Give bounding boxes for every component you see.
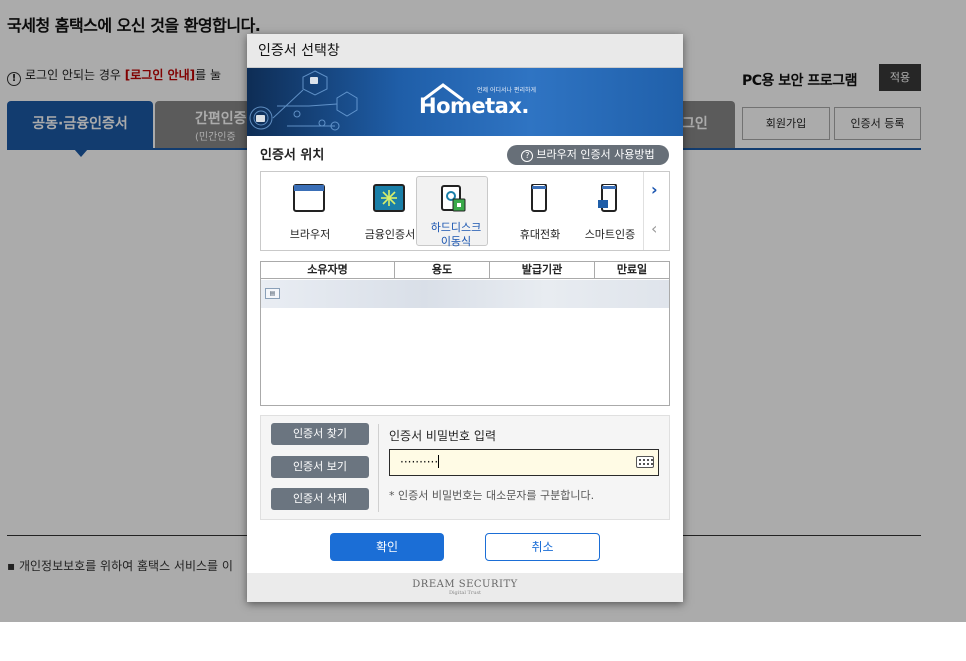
store-financial-cert[interactable]: 금융인증서 bbox=[351, 172, 421, 250]
hometax-banner: 언제 어디서나 편리하게 Hometax. bbox=[247, 68, 683, 136]
col-expiry[interactable]: 만료일 bbox=[595, 262, 669, 278]
cert-password-input[interactable]: ·········· bbox=[389, 449, 659, 476]
browser-icon bbox=[293, 184, 325, 212]
cert-store-selector: 브라우저 금융인증서 하드디스크 이동식 휴대전화 스마트인증 › ‹ bbox=[260, 171, 670, 251]
cert-table-header: 소유자명 용도 발급기관 만료일 bbox=[261, 262, 669, 279]
certificate-icon: ▤ bbox=[265, 288, 280, 299]
store-hard-disk[interactable]: 하드디스크 이동식 bbox=[416, 176, 488, 248]
panel-divider bbox=[378, 424, 379, 512]
cert-location-label: 인증서 위치 bbox=[260, 148, 325, 163]
chevron-right-icon[interactable]: › bbox=[651, 180, 658, 199]
house-roof-icon bbox=[422, 83, 464, 102]
virtual-keyboard-icon[interactable] bbox=[636, 456, 654, 468]
cancel-button[interactable]: 취소 bbox=[485, 533, 600, 561]
password-label: 인증서 비밀번호 입력 bbox=[389, 429, 496, 443]
col-owner[interactable]: 소유자명 bbox=[261, 262, 395, 278]
table-row[interactable]: ▤ bbox=[261, 280, 669, 308]
store-smart-auth[interactable]: 스마트인증 bbox=[571, 172, 641, 250]
financial-cert-icon bbox=[373, 184, 405, 212]
find-cert-button[interactable]: 인증서 찾기 bbox=[271, 423, 369, 445]
dialog-title: 인증서 선택창 bbox=[247, 34, 683, 68]
confirm-button[interactable]: 확인 bbox=[330, 533, 444, 561]
smart-auth-icon bbox=[598, 184, 617, 212]
digital-trust-tagline: Digital Trust bbox=[448, 590, 482, 596]
col-issuer[interactable]: 발급기관 bbox=[490, 262, 595, 278]
view-cert-button[interactable]: 인증서 보기 bbox=[271, 456, 369, 478]
password-panel: 인증서 찾기 인증서 보기 인증서 삭제 인증서 비밀번호 입력 ·······… bbox=[260, 415, 670, 520]
store-browser[interactable]: 브라우저 bbox=[271, 172, 341, 250]
cert-select-dialog: 인증서 선택창 언제 어디서나 편리하게 Hometax. 인증서 위치 ? 브… bbox=[247, 34, 683, 602]
col-usage[interactable]: 용도 bbox=[395, 262, 490, 278]
dialog-footer: DREAM SECURITY Digital Trust bbox=[247, 573, 683, 602]
store-mobile-phone[interactable]: 휴대전화 bbox=[501, 172, 571, 250]
hometax-logo: 언제 어디서나 편리하게 Hometax. bbox=[419, 82, 536, 118]
delete-cert-button[interactable]: 인증서 삭제 bbox=[271, 488, 369, 510]
password-case-note: * 인증서 비밀번호는 대소문자를 구분합니다. bbox=[389, 489, 595, 502]
store-scroll-arrows: › ‹ bbox=[643, 172, 669, 250]
mobile-phone-icon bbox=[531, 184, 547, 212]
chevron-left-icon[interactable]: ‹ bbox=[651, 219, 657, 238]
dream-security-logo: DREAM SECURITY bbox=[412, 579, 518, 590]
question-icon: ? bbox=[521, 150, 534, 162]
browser-cert-help-button[interactable]: ? 브라우저 인증서 사용방법 bbox=[507, 145, 669, 165]
cert-list-table: 소유자명 용도 발급기관 만료일 ▤ bbox=[260, 261, 670, 406]
hard-disk-icon bbox=[441, 185, 466, 212]
